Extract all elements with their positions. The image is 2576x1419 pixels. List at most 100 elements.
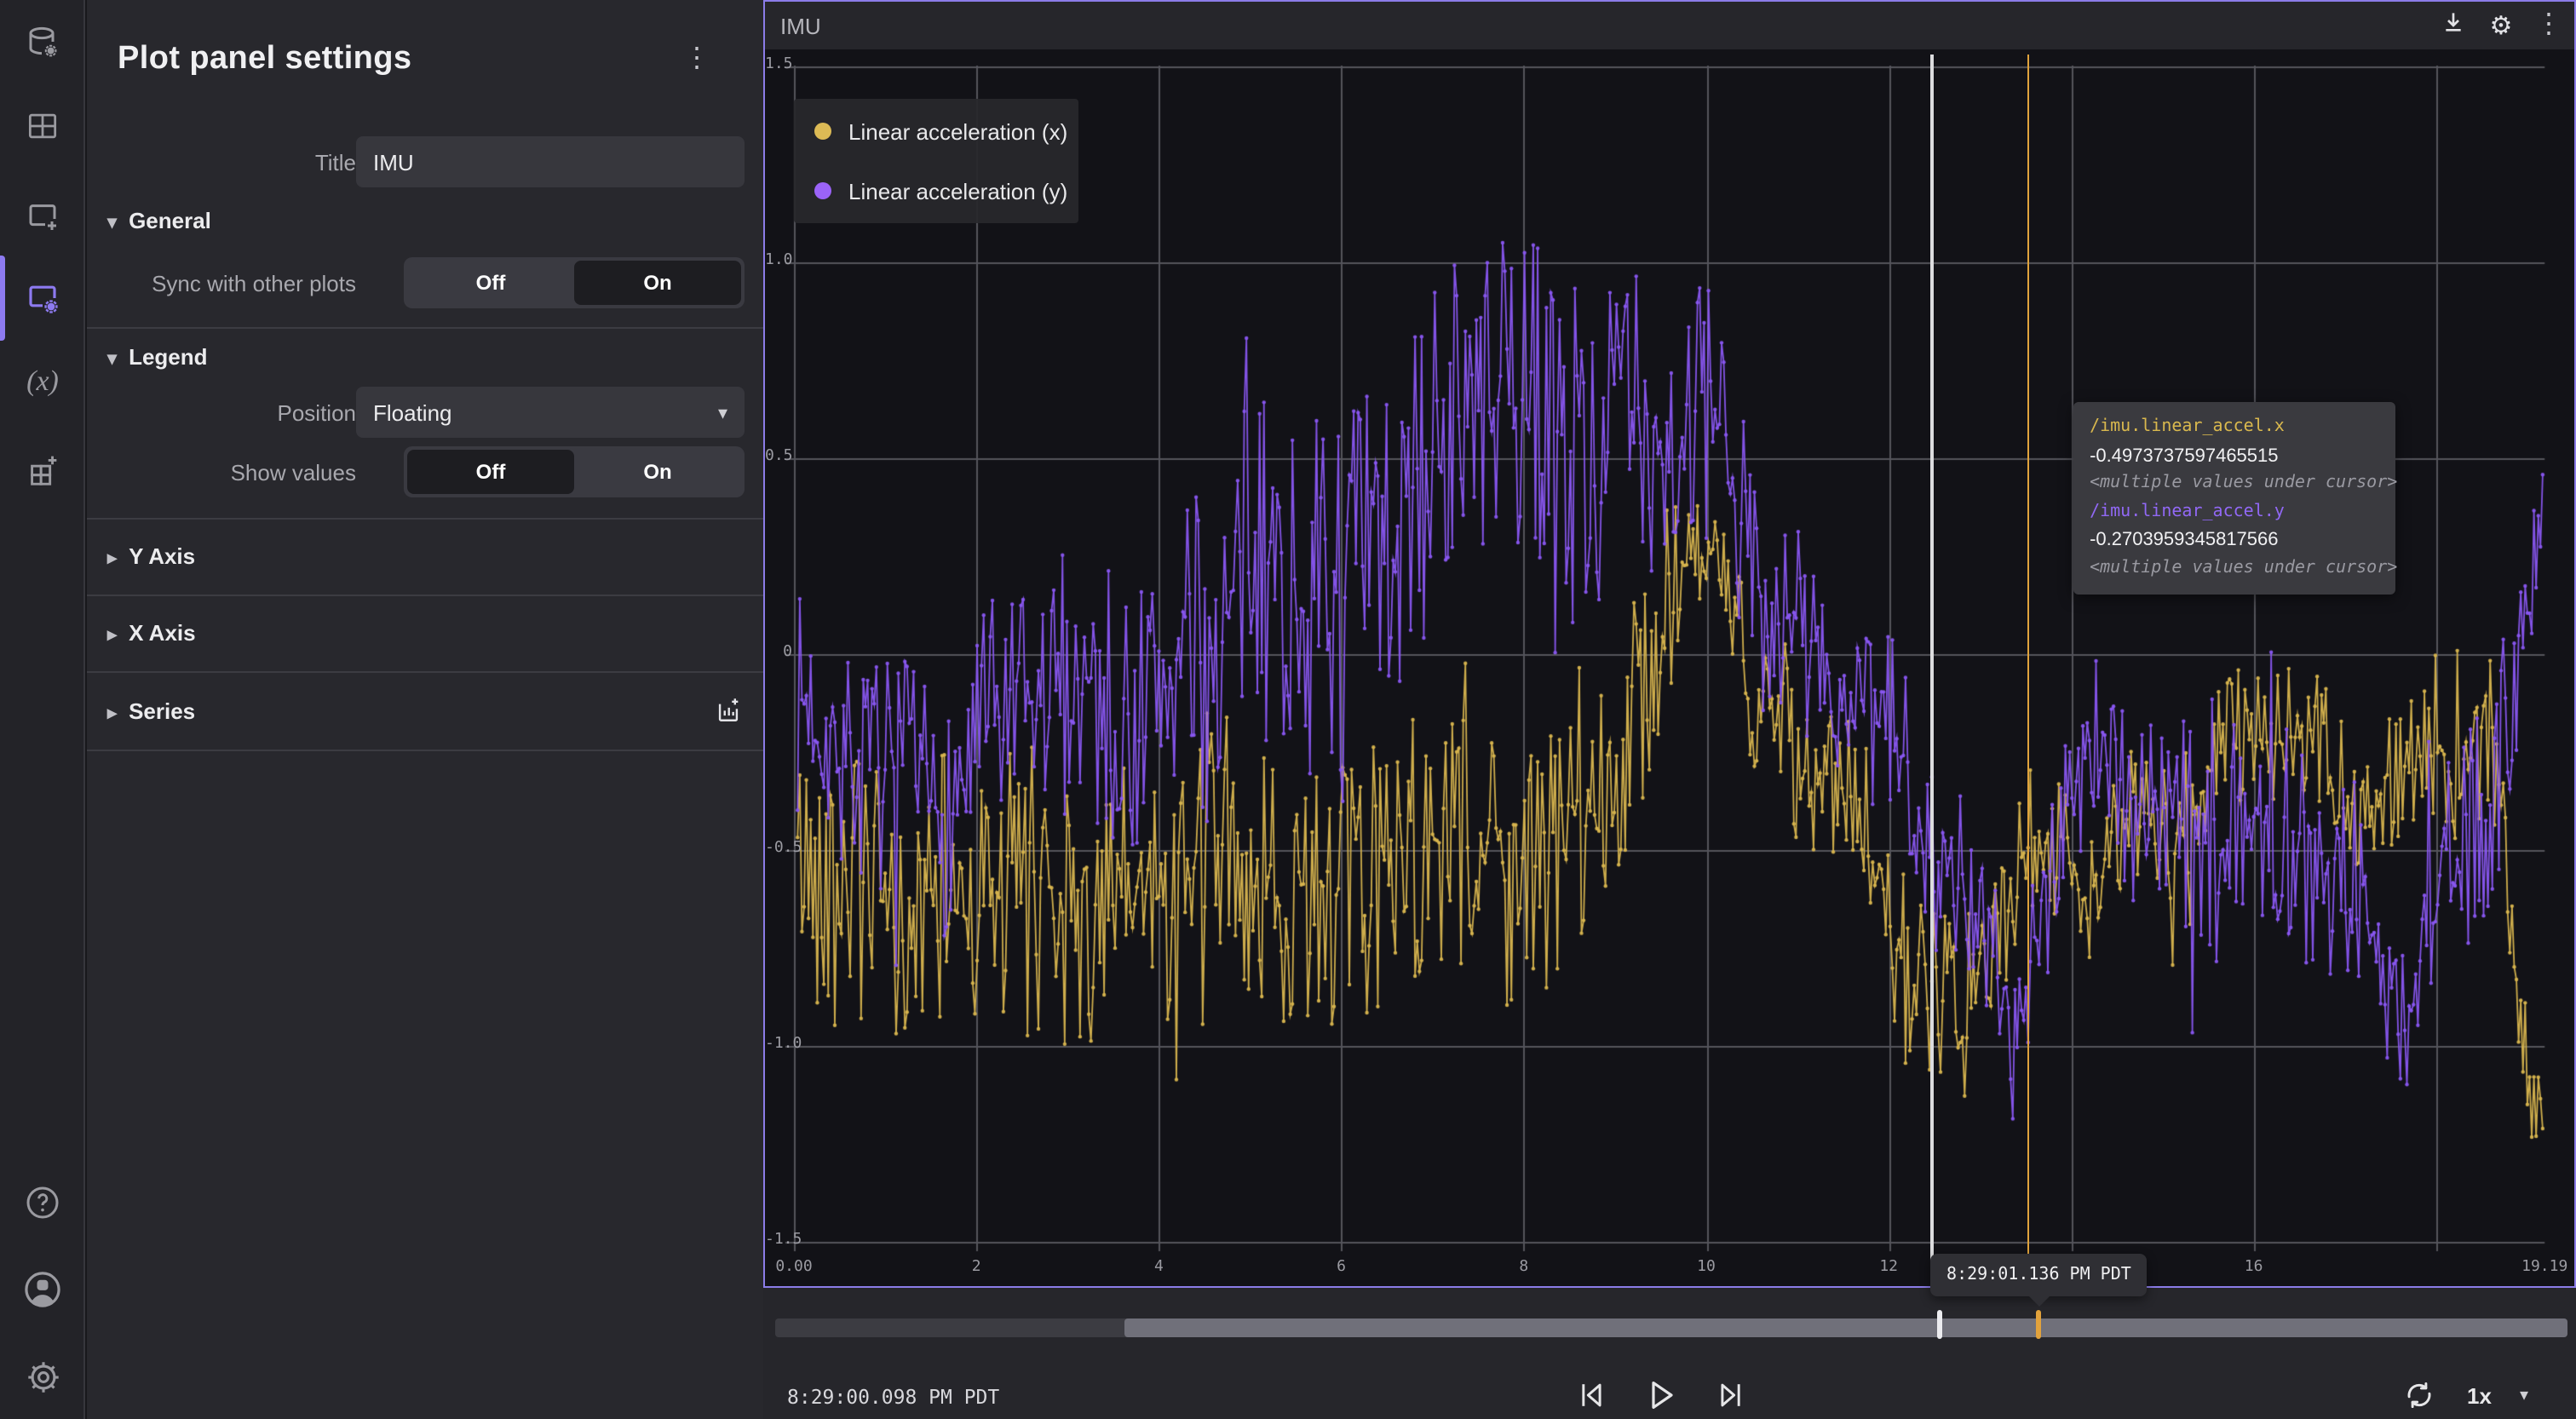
- loop-playback-button[interactable]: [2399, 1376, 2440, 1417]
- account-button[interactable]: [0, 1252, 85, 1327]
- speed-menu-caret-icon[interactable]: ▾: [2520, 1387, 2528, 1405]
- panel-settings-button[interactable]: [0, 261, 85, 336]
- help-button[interactable]: [0, 1165, 85, 1240]
- divider: [87, 671, 763, 673]
- legend-item-label: Linear acceleration (x): [848, 118, 1067, 144]
- add-series-button[interactable]: [714, 695, 743, 732]
- download-icon: [2440, 8, 2467, 43]
- extensions-grid-plus-icon: [23, 449, 62, 488]
- app-sidebar-rail: (x): [0, 0, 85, 1419]
- divider: [87, 518, 763, 520]
- legend-item-label: Linear acceleration (y): [848, 178, 1067, 204]
- section-y-axis[interactable]: ▸Y Axis: [107, 543, 195, 569]
- plot-panel-title: IMU: [780, 13, 821, 38]
- legend-position-value: Floating: [373, 399, 718, 425]
- show-values-on-option[interactable]: On: [574, 450, 741, 494]
- seek-to-end-button[interactable]: [1711, 1376, 1751, 1417]
- series-y-color-dot: [814, 182, 831, 199]
- add-panel-button[interactable]: [0, 179, 85, 254]
- current-playback-time: 8:29:00.098 PM PDT: [787, 1385, 999, 1409]
- section-legend[interactable]: ▾ Legend: [107, 344, 208, 370]
- y-axis-tick: 1.5: [765, 55, 792, 72]
- section-legend-label: Legend: [129, 344, 207, 370]
- section-series[interactable]: ▸Series: [107, 698, 195, 724]
- divider: [87, 595, 763, 596]
- variables-button[interactable]: (x): [0, 344, 85, 419]
- section-x-axis[interactable]: ▸ X Axis: [107, 620, 196, 646]
- chevron-right-icon: ▸: [107, 704, 117, 724]
- x-axis-tick: 10: [1655, 1259, 1757, 1276]
- tooltip-multiple-y: <multiple values under cursor>: [2090, 554, 2378, 583]
- plot-panel-toolbar: IMU ⚙ ⋮: [765, 2, 2574, 49]
- show-values-toggle: Off On: [404, 446, 745, 497]
- x-axis-tick: 12: [1837, 1259, 1940, 1276]
- x-axis-tick: 8: [1473, 1259, 1575, 1276]
- chevron-down-icon: ▾: [107, 349, 117, 370]
- playback-bar: 8:29:01.136 PM PDT 8:29:00.098 PM PDT: [763, 1288, 2576, 1419]
- tooltip-value-y: -0.2703959345817566: [2090, 526, 2378, 554]
- timeline-scrubber[interactable]: [775, 1318, 2567, 1337]
- hover-cursor-line: [2027, 55, 2030, 1286]
- variables-icon: (x): [26, 365, 59, 399]
- timeline-playhead-marker[interactable]: [1938, 1310, 1942, 1339]
- position-label: Position: [104, 400, 356, 426]
- y-axis-tick: -1.0: [765, 1035, 792, 1052]
- settings-panel-title: Plot panel settings: [118, 41, 411, 78]
- section-general[interactable]: ▾ General: [107, 208, 211, 233]
- y-axis-tick: 0.5: [765, 447, 792, 464]
- tooltip-topic-x: /imu.linear_accel.x: [2090, 414, 2378, 442]
- plot-panel: IMU ⚙ ⋮ 1.5 1.0 0.5: [763, 0, 2576, 1288]
- data-source-settings-button[interactable]: [0, 5, 85, 80]
- chevron-down-icon: ▾: [718, 401, 727, 423]
- y-axis-tick: 1.0: [765, 251, 792, 268]
- settings-menu-kebab-icon[interactable]: ⋮: [681, 46, 712, 73]
- y-axis-tick: 0: [765, 643, 792, 660]
- preferences-button[interactable]: [0, 1339, 85, 1414]
- x-axis-tick: 19.19: [2493, 1259, 2576, 1276]
- show-values-label: Show values: [104, 460, 356, 485]
- legend-position-select[interactable]: Floating ▾: [356, 387, 745, 438]
- x-axis-tick: 6: [1291, 1259, 1393, 1276]
- playback-speed-value[interactable]: 1x: [2467, 1383, 2492, 1409]
- seek-to-start-button[interactable]: [1571, 1376, 1612, 1417]
- x-axis-tick: 4: [1107, 1259, 1210, 1276]
- sync-off-option[interactable]: Off: [407, 261, 574, 305]
- y-axis-tick: -1.5: [765, 1231, 792, 1248]
- panel-settings-gear-button[interactable]: ⚙: [2482, 7, 2520, 44]
- legend-item-accel-x[interactable]: Linear acceleration (x): [794, 111, 1067, 152]
- panel-title-input[interactable]: [356, 136, 745, 187]
- tooltip-caret: [2028, 1295, 2049, 1306]
- plot-floating-legend[interactable]: Linear acceleration (x) Linear accelerat…: [794, 99, 1078, 223]
- timeseries-chart-canvas[interactable]: [765, 49, 2576, 1290]
- layouts-button[interactable]: [0, 89, 85, 164]
- timeline-loaded-range: [1124, 1318, 2567, 1337]
- kebab-menu-icon: ⋮: [2533, 12, 2564, 39]
- download-data-button[interactable]: [2435, 7, 2472, 44]
- show-values-off-option[interactable]: Off: [407, 450, 574, 494]
- panel-menu-button[interactable]: ⋮: [2530, 7, 2567, 44]
- divider: [87, 327, 763, 329]
- x-axis-tick: 0.00: [743, 1259, 845, 1276]
- timeline-hover-marker[interactable]: [2036, 1310, 2041, 1339]
- x-axis-tick: 16: [2203, 1259, 2305, 1276]
- section-x-axis-label: X Axis: [129, 620, 196, 646]
- panel-settings-icon: [22, 278, 63, 319]
- help-icon: [22, 1182, 63, 1223]
- playhead-line: [1930, 55, 1933, 1286]
- legend-item-accel-y[interactable]: Linear acceleration (y): [794, 170, 1067, 211]
- title-field-label: Title: [104, 150, 356, 175]
- y-axis-tick: -0.5: [765, 839, 792, 856]
- chevron-down-icon: ▾: [107, 213, 117, 233]
- section-y-axis-label: Y Axis: [129, 543, 195, 569]
- play-icon: [1641, 1374, 1682, 1419]
- section-general-label: General: [129, 208, 211, 233]
- seek-start-icon: [1573, 1376, 1610, 1418]
- play-button[interactable]: [1641, 1376, 1682, 1417]
- divider: [87, 750, 763, 751]
- loop-icon: [2401, 1376, 2438, 1418]
- extensions-button[interactable]: [0, 431, 85, 506]
- chevron-right-icon: ▸: [107, 625, 117, 646]
- app-window: (x): [0, 0, 2576, 1419]
- sync-on-option[interactable]: On: [574, 261, 741, 305]
- sync-label: Sync with other plots: [104, 271, 356, 296]
